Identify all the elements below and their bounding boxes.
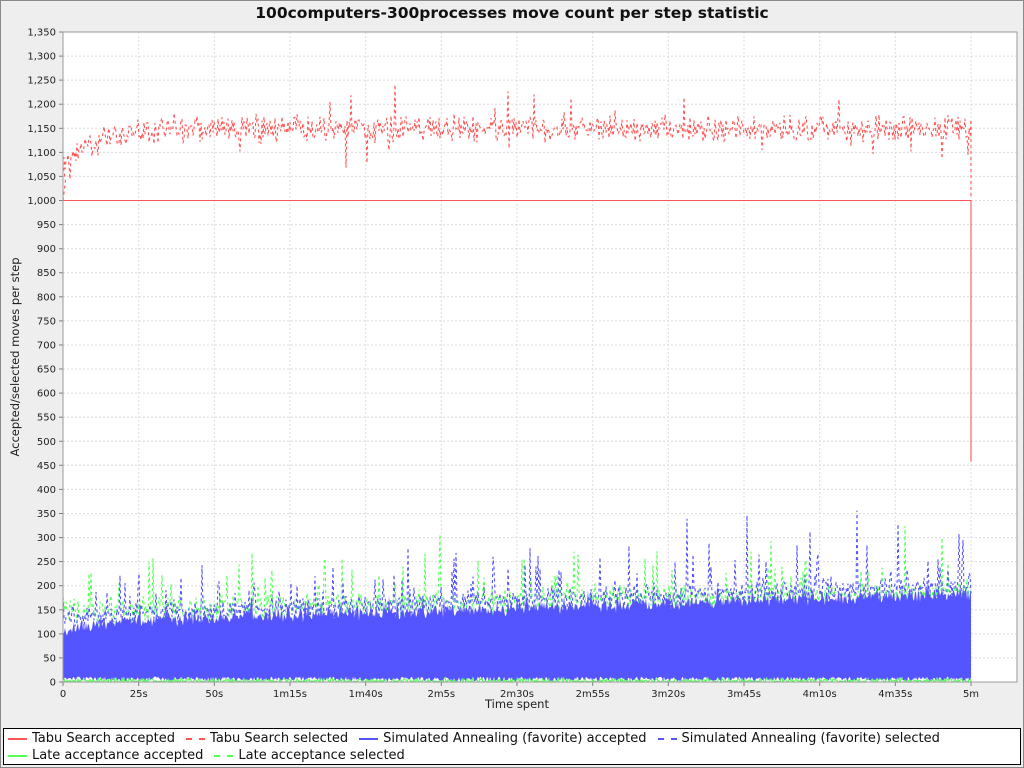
legend-line-swatch-solid [8,738,27,740]
legend-item: Tabu Search accepted [8,730,175,747]
legend-label: Late acceptance selected [238,748,404,763]
legend-item: Simulated Annealing (favorite) selected [658,730,940,747]
legend-item: Late acceptance selected [214,747,404,764]
y-tick-label: 0 [50,678,56,689]
chart-canvas: 0 50 100 150 200 250 300 350 400 450 500 550 600 650 7… [1,1,1024,727]
y-tick-label: 50 [43,653,56,664]
y-tick-label: 1,250 [27,76,56,87]
y-tick-label: 600 [37,389,56,400]
y-tick-label: 250 [37,557,56,568]
legend-label: Tabu Search accepted [32,731,175,746]
y-tick-label: 1,100 [27,148,56,159]
y-tick-label: 950 [37,220,56,231]
y-tick-label: 1,150 [27,124,56,135]
y-tick-label: 850 [37,268,56,279]
legend-line-swatch-dashed [658,738,677,740]
legend: Tabu Search accepted Tabu Search selected… [3,728,1021,765]
y-tick-label: 1,300 [27,52,56,63]
y-tick-label: 400 [37,485,56,496]
legend-line-swatch-solid [8,755,27,757]
y-tick-label: 500 [37,437,56,448]
y-tick-label: 700 [37,341,56,352]
y-tick-label: 900 [37,244,56,255]
legend-label: Tabu Search selected [210,731,348,746]
legend-label: Simulated Annealing (favorite) accepted [383,731,646,746]
y-tick-label: 1,200 [27,100,56,111]
y-tick-label: 1,000 [27,196,56,207]
y-axis-title: Accepted/selected moves per step [8,32,22,682]
y-tick-label: 300 [37,533,56,544]
legend-item: Simulated Annealing (favorite) accepted [359,730,646,747]
legend-item: Late acceptance accepted [8,747,203,764]
y-tick-label: 550 [37,413,56,424]
y-tick-label: 650 [37,365,56,376]
y-tick-label: 1,350 [27,28,56,39]
y-tick-label: 800 [37,292,56,303]
y-tick-label: 450 [37,461,56,472]
legend-label: Simulated Annealing (favorite) selected [682,731,940,746]
y-tick-label: 1,050 [27,172,56,183]
legend-item: Tabu Search selected [186,730,348,747]
y-tick-label: 350 [37,509,56,520]
legend-line-swatch-dashed [186,738,205,740]
legend-line-swatch-solid [359,738,378,740]
legend-line-swatch-dashed [214,755,233,757]
y-tick-label: 100 [37,629,56,640]
benchmark-chart-window: 100computers-300processes move count per… [0,0,1024,768]
y-tick-label: 750 [37,316,56,327]
x-axis-title: Time spent [63,697,971,711]
y-tick-label: 200 [37,581,56,592]
legend-label: Late acceptance accepted [32,748,203,763]
y-tick-label: 150 [37,605,56,616]
